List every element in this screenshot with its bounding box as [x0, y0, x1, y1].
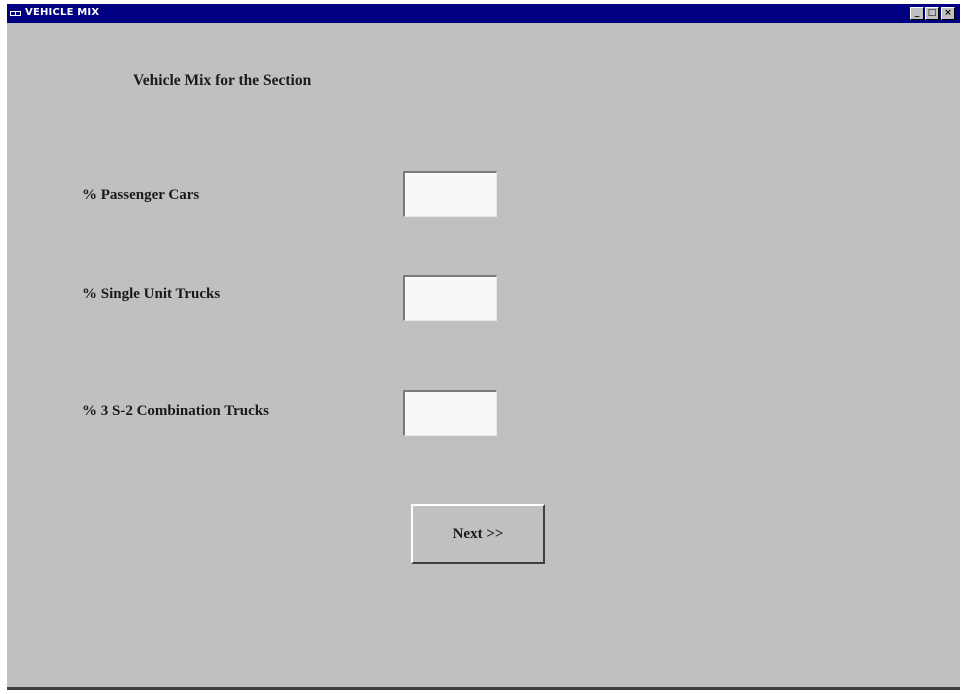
window-title: VEHICLE MIX [25, 7, 100, 18]
vehicle-mix-window: VEHICLE MIX _ □ × Vehicle Mix for the Se… [7, 4, 960, 690]
close-button[interactable]: × [941, 7, 955, 20]
next-button[interactable]: Next >> [411, 504, 545, 564]
single-unit-trucks-label: % Single Unit Trucks [82, 286, 221, 302]
combination-trucks-input[interactable] [403, 390, 497, 436]
single-unit-trucks-input[interactable] [403, 275, 497, 321]
passenger-cars-label: % Passenger Cars [82, 187, 200, 203]
combination-trucks-label: % 3 S-2 Combination Trucks [82, 403, 269, 419]
passenger-cars-input[interactable] [403, 171, 497, 217]
maximize-button[interactable]: □ [925, 7, 939, 20]
form-heading: Vehicle Mix for the Section [133, 72, 312, 89]
title-bar[interactable]: VEHICLE MIX _ □ × [7, 4, 960, 23]
app-icon [10, 11, 21, 16]
minimize-button[interactable]: _ [910, 7, 924, 20]
